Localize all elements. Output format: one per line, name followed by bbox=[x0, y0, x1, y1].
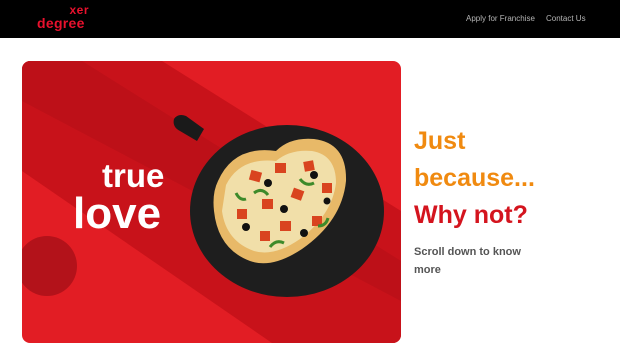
logo-text-bottom: degree bbox=[37, 15, 85, 31]
top-navbar: xer degree Apply for Franchise Contact U… bbox=[0, 0, 620, 38]
headline-because: because... bbox=[414, 164, 535, 192]
brand-logo[interactable]: xer degree bbox=[37, 4, 89, 32]
nav-link-contact-us[interactable]: Contact Us bbox=[546, 0, 586, 38]
nav-link-apply-franchise[interactable]: Apply for Franchise bbox=[466, 0, 535, 38]
headline-just: Just bbox=[414, 127, 466, 155]
hero-text-love: love bbox=[73, 189, 162, 238]
scroll-hint-text: Scroll down to know more bbox=[414, 246, 521, 276]
headline-why-not: Why not? bbox=[414, 201, 528, 229]
hero-text-true: true bbox=[102, 157, 165, 194]
hero-banner-image: true love bbox=[22, 61, 401, 343]
